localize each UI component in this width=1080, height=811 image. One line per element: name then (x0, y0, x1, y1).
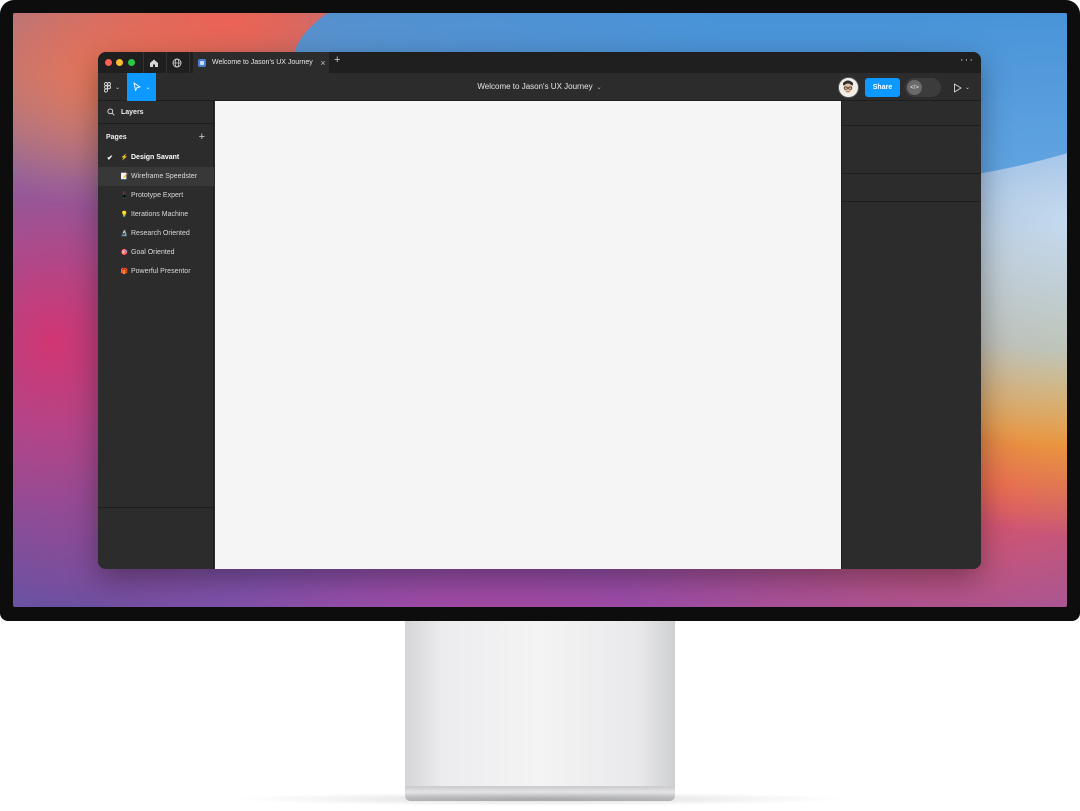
phone-icon: 📱 (120, 193, 129, 199)
page-label: Goal Oriented (131, 249, 175, 256)
chevron-down-icon: ⌄ (965, 85, 971, 91)
page-item-design-savant[interactable]: ✔ ⚡ Design Savant (98, 148, 214, 167)
figma-file-icon (198, 58, 206, 67)
monitor-stand (405, 621, 675, 787)
stand-shadow (230, 792, 850, 806)
pages-header: Pages + (98, 129, 214, 145)
globe-icon[interactable] (169, 55, 184, 70)
divider (842, 173, 981, 174)
desktop-scene: Welcome to Jason's UX Journey × + ··· ⌄ … (0, 0, 1080, 811)
properties-panel (841, 101, 981, 569)
microscope-icon: 🔬 (120, 231, 129, 237)
page-item-goal-oriented[interactable]: 🎯 Goal Oriented (98, 243, 214, 262)
page-label: Design Savant (131, 154, 180, 161)
more-options-icon[interactable]: ··· (960, 54, 974, 66)
present-button[interactable]: ⌄ (953, 81, 975, 94)
divider (166, 52, 167, 73)
title-bar: Welcome to Jason's UX Journey × + ··· (98, 52, 981, 73)
document-title-text[interactable]: Welcome to Jason's UX Journey (477, 82, 592, 91)
page-label: Research Oriented (131, 230, 190, 237)
checkmark-icon: ✔ (107, 154, 113, 162)
monitor-screen: Welcome to Jason's UX Journey × + ··· ⌄ … (13, 13, 1067, 607)
page-label: Wireframe Speedster (131, 173, 198, 180)
divider (842, 201, 981, 202)
divider (143, 52, 144, 73)
figma-logo-icon (104, 81, 111, 92)
share-button[interactable]: Share (865, 78, 900, 97)
window-minimize-button[interactable] (116, 59, 123, 66)
page-item-wireframe-speedster[interactable]: 📝 Wireframe Speedster (98, 167, 214, 186)
code-icon: </> (907, 80, 922, 95)
page-label: Prototype Expert (131, 192, 184, 199)
toolbar: ⌄ ⌄ Welcome to Jason's UX Journey ⌄ Shar… (98, 73, 981, 101)
main-menu-button[interactable]: ⌄ (101, 77, 123, 97)
dev-mode-toggle[interactable]: </> (905, 78, 941, 97)
design-canvas[interactable] (215, 101, 841, 569)
move-tool-button[interactable]: ⌄ (127, 73, 156, 101)
chevron-down-icon: ⌄ (145, 84, 151, 91)
layers-search[interactable]: Layers (98, 101, 214, 124)
memo-icon: 📝 (120, 174, 129, 180)
layers-label: Layers (121, 108, 144, 116)
pages-label: Pages (106, 133, 127, 141)
divider (842, 125, 981, 126)
window-maximize-button[interactable] (128, 59, 135, 66)
divider (189, 52, 190, 73)
page-item-research-oriented[interactable]: 🔬 Research Oriented (98, 224, 214, 243)
page-list: ✔ ⚡ Design Savant 📝 Wireframe Speedster … (98, 148, 214, 281)
page-item-powerful-presentor[interactable]: 🎁 Powerful Presentor (98, 262, 214, 281)
lightbulb-icon: 💡 (120, 212, 129, 218)
gift-icon: 🎁 (120, 269, 129, 275)
add-page-button[interactable]: + (199, 131, 205, 143)
lightning-icon: ⚡ (120, 155, 129, 161)
search-icon (107, 108, 115, 116)
tab-title: Welcome to Jason's UX Journey (212, 59, 313, 66)
chevron-down-icon: ⌄ (114, 84, 121, 91)
page-label: Iterations Machine (131, 211, 189, 218)
close-icon[interactable]: × (317, 58, 329, 68)
left-sidebar: Layers Pages + ✔ ⚡ Design Savant 📝 Wiref… (98, 101, 214, 569)
home-icon[interactable] (146, 55, 161, 70)
divider (98, 507, 214, 508)
new-tab-button[interactable]: + (334, 54, 340, 66)
tab-welcome[interactable]: Welcome to Jason's UX Journey × (193, 52, 329, 73)
play-icon (954, 83, 962, 92)
cursor-arrow-icon (134, 82, 141, 92)
chevron-down-icon[interactable]: ⌄ (597, 85, 602, 91)
page-label: Powerful Presentor (131, 268, 191, 275)
avatar[interactable] (838, 77, 859, 98)
page-item-prototype-expert[interactable]: 📱 Prototype Expert (98, 186, 214, 205)
window-close-button[interactable] (105, 59, 112, 66)
target-icon: 🎯 (120, 250, 129, 256)
page-item-iterations-machine[interactable]: 💡 Iterations Machine (98, 205, 214, 224)
figma-window: Welcome to Jason's UX Journey × + ··· ⌄ … (98, 52, 981, 569)
